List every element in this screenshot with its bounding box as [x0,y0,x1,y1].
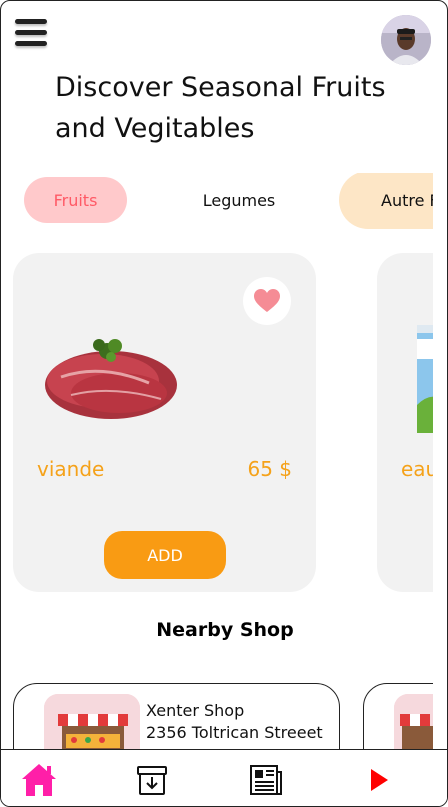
tab-fruits[interactable]: Fruits [24,177,127,223]
favorite-button[interactable] [243,277,291,325]
category-tabs: Fruits Legumes Autre F [1,173,433,231]
section-title: Nearby Shop [156,619,294,641]
product-name: eau [401,457,433,481]
home-icon [22,764,56,796]
add-button[interactable]: ADD [104,531,226,579]
newspaper-icon [250,765,282,795]
tab-legumes[interactable]: Legumes [173,177,305,223]
tab-autre[interactable]: Autre F [339,173,433,229]
nav-orders[interactable] [132,760,172,800]
play-icon [371,769,388,791]
bottom-nav [1,749,447,806]
heart-icon [254,289,280,312]
product-image [45,339,177,419]
page-title: Discover Seasonal Fruits and Vegitables [55,72,386,144]
shop-info: Xenter Shop 2356 Toltrican Streeet [146,700,323,744]
product-image [417,325,433,433]
tab-label: Fruits [53,190,98,210]
tab-label: Legumes [202,190,276,210]
menu-button[interactable] [13,15,49,51]
nav-play[interactable] [359,760,399,800]
nearby-shops: Xenter Shop 2356 Toltrican Streeet [1,683,433,751]
nav-news[interactable] [246,760,286,800]
app-frame: Discover Seasonal Fruits and Vegitables … [0,0,448,807]
shop-name: Xenter Shop [146,701,245,720]
shop-address: 2356 Toltrican Streeet [146,723,323,742]
product-price: 65 $ [247,457,292,481]
avatar[interactable] [381,15,431,65]
shop-card[interactable]: Xenter Shop 2356 Toltrican Streeet [13,683,340,751]
nav-home[interactable] [19,760,59,800]
product-carousel: viande 65 $ ADD eau [1,253,433,593]
product-card[interactable]: eau [377,253,433,592]
archive-icon [137,766,167,795]
add-button-label: ADD [147,545,183,565]
shop-card[interactable] [363,683,433,751]
product-name: viande [37,457,105,481]
shop-image [394,694,433,751]
shop-image [44,694,140,751]
menu-icon [15,19,47,24]
tab-label: Autre F [381,190,433,210]
product-card[interactable]: viande 65 $ ADD [13,253,316,592]
